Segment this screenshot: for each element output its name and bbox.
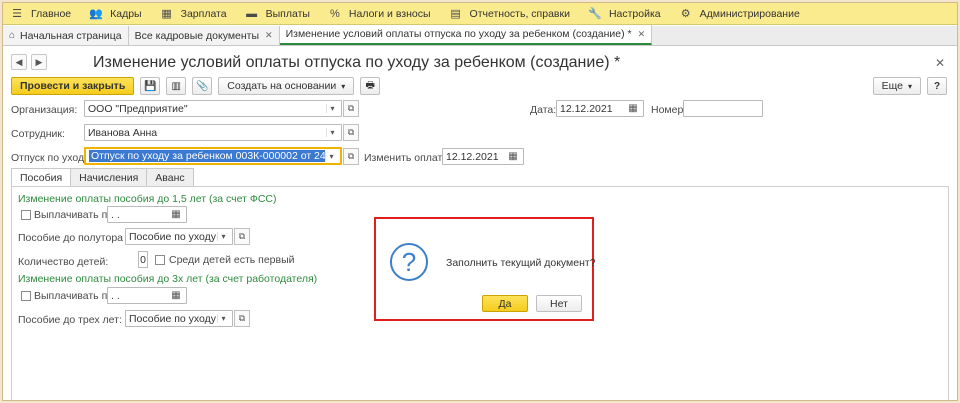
close-icon[interactable]: ✕ bbox=[638, 29, 646, 40]
app-window: ☰ Главное 👥 Кадры ▦ Зарплата ▬ Выплаты % Нало… bbox=[2, 2, 958, 401]
menu-item-settings[interactable]: 🔧 Настройка bbox=[581, 3, 672, 25]
pay-until-2-field[interactable]: . . ▦ bbox=[107, 287, 187, 304]
history-nav: ◀ ▶ bbox=[11, 54, 47, 70]
back-arrow-icon[interactable]: ◀ bbox=[11, 54, 27, 70]
menu-item-admin[interactable]: ⚙ Администрирование bbox=[672, 3, 811, 25]
open-benefit-15-icon[interactable]: ⧉ bbox=[234, 228, 250, 245]
calculator-icon: ▦ bbox=[161, 8, 172, 20]
home-icon: ⌂ bbox=[9, 30, 16, 41]
benefit-3-label: Пособие до трех лет: bbox=[18, 314, 122, 326]
wallet-icon: ▬ bbox=[246, 7, 258, 20]
employee-field[interactable]: Иванова Анна ▾ bbox=[84, 124, 342, 141]
leave-label: Отпуск по уходу: bbox=[11, 152, 93, 164]
page-title: Изменение условий оплаты отпуска по уход… bbox=[93, 54, 621, 71]
forward-arrow-icon[interactable]: ▶ bbox=[31, 54, 47, 70]
chevron-down-icon[interactable]: ▾ bbox=[326, 128, 338, 137]
pay-until-2-label: Выплачивать по bbox=[34, 290, 114, 302]
wrench-icon: 🔧 bbox=[588, 8, 602, 20]
children-count[interactable]: 0 bbox=[138, 251, 148, 268]
tab-advance[interactable]: Аванс bbox=[146, 168, 194, 186]
menu-item-payments[interactable]: ▬ Выплаты bbox=[238, 3, 321, 25]
attachment-icon[interactable]: 📎 bbox=[192, 77, 213, 95]
more-button[interactable]: Еще ▾ bbox=[872, 77, 921, 95]
save-icon[interactable]: 💾 bbox=[140, 77, 161, 95]
menu-icon: ☰ bbox=[12, 8, 22, 20]
number-field[interactable] bbox=[683, 100, 763, 117]
section-3-title: Изменение оплаты пособия до 3х лет (за с… bbox=[18, 273, 318, 285]
open-org-icon[interactable]: ⧉ bbox=[343, 100, 359, 117]
number-label: Номер: bbox=[651, 104, 687, 116]
tab-accruals[interactable]: Начисления bbox=[70, 168, 148, 186]
right-tools: Еще ▾ ? bbox=[872, 77, 947, 95]
benefit-15-field[interactable]: Пособие по уходу за ребенком ▾ bbox=[125, 228, 233, 245]
section-menu: ☰ Главное 👥 Кадры ▦ Зарплата ▬ Выплаты % Нало… bbox=[3, 3, 957, 25]
chevron-down-icon: ▾ bbox=[907, 81, 912, 91]
first-child-checkbox[interactable] bbox=[155, 255, 165, 265]
gear-icon: ⚙ bbox=[680, 8, 691, 20]
chevron-down-icon: ▾ bbox=[341, 81, 346, 91]
pay-until-2-checkbox[interactable] bbox=[21, 291, 31, 301]
benefit-3-field[interactable]: Пособие по уходу за ребенком ▾ bbox=[125, 310, 233, 327]
menu-item-taxes[interactable]: % Налоги и взносы bbox=[321, 3, 442, 25]
calendar-icon[interactable]: ▦ bbox=[626, 103, 640, 114]
leave-value: Отпуск по уходу за ребенком 003К-000002 … bbox=[89, 150, 325, 162]
children-label: Количество детей: bbox=[18, 256, 109, 268]
menu-item-salary[interactable]: ▦ Зарплата bbox=[153, 3, 238, 25]
pay-until-1-field[interactable]: . . ▦ bbox=[107, 206, 187, 223]
document-icon[interactable]: ▥ bbox=[166, 77, 187, 95]
close-icon[interactable]: ✕ bbox=[265, 30, 273, 41]
menu-item-hr[interactable]: 👥 Кадры bbox=[82, 3, 152, 25]
question-icon: ? bbox=[390, 243, 428, 281]
dialog-buttons: Да Нет bbox=[482, 295, 582, 312]
org-field[interactable]: ООО "Предприятие" ▾ bbox=[84, 100, 342, 117]
first-child-label: Среди детей есть первый bbox=[169, 254, 295, 266]
change-from-field[interactable]: 12.12.2021 ▦ bbox=[442, 148, 524, 165]
confirm-dialog: ? Заполнить текущий документ? Да Нет bbox=[374, 217, 596, 321]
pay-until-1-label: Выплачивать по bbox=[34, 209, 114, 221]
menu-item-reports[interactable]: ▤ Отчетность, справки bbox=[442, 3, 581, 25]
form-page-tabs: Пособия Начисления Аванс bbox=[11, 168, 194, 187]
menu-item-main[interactable]: ☰ Главное bbox=[3, 3, 82, 25]
chevron-down-icon[interactable]: ▾ bbox=[325, 151, 337, 161]
calendar-icon[interactable]: ▦ bbox=[169, 209, 183, 220]
report-icon: ▤ bbox=[450, 8, 461, 20]
close-form-icon[interactable]: ✕ bbox=[935, 56, 945, 70]
open-leave-icon[interactable]: ⧉ bbox=[343, 148, 359, 165]
calendar-icon[interactable]: ▦ bbox=[506, 151, 520, 162]
yes-button[interactable]: Да bbox=[482, 295, 528, 312]
calendar-icon[interactable]: ▦ bbox=[169, 290, 183, 301]
org-label: Организация: bbox=[11, 104, 78, 116]
print-icon[interactable]: 🖶 bbox=[360, 77, 381, 95]
pay-until-1-checkbox[interactable] bbox=[21, 210, 31, 220]
tab-current-document[interactable]: Изменение условий оплаты отпуска по уход… bbox=[279, 25, 653, 45]
help-button[interactable]: ? bbox=[927, 77, 947, 95]
people-icon: 👥 bbox=[89, 8, 103, 20]
open-employee-icon[interactable]: ⧉ bbox=[343, 124, 359, 141]
post-and-close-button[interactable]: Провести и закрыть bbox=[11, 77, 135, 95]
date-label: Дата: bbox=[530, 104, 557, 116]
date-field[interactable]: 12.12.2021 ▦ bbox=[556, 100, 644, 117]
form-toolbar: Провести и закрыть 💾 ▥ 📎 Создать на осно… bbox=[11, 77, 381, 95]
open-benefit-3-icon[interactable]: ⧉ bbox=[234, 310, 250, 327]
chevron-down-icon[interactable]: ▾ bbox=[217, 314, 229, 323]
create-based-on-button[interactable]: Создать на основании ▾ bbox=[218, 77, 355, 95]
tab-benefits[interactable]: Пособия bbox=[11, 168, 72, 187]
percent-icon: % bbox=[330, 7, 340, 20]
tab-home[interactable]: ⌂ Начальная страница bbox=[3, 26, 129, 45]
chevron-down-icon[interactable]: ▾ bbox=[326, 104, 338, 113]
dialog-question: Заполнить текущий документ? bbox=[446, 257, 596, 269]
window-tabs: ⌂ Начальная страница Все кадровые докумен… bbox=[3, 25, 957, 46]
no-button[interactable]: Нет bbox=[536, 295, 582, 312]
section-1-5-title: Изменение оплаты пособия до 1,5 лет (за … bbox=[18, 193, 277, 205]
employee-label: Сотрудник: bbox=[11, 128, 65, 140]
chevron-down-icon[interactable]: ▾ bbox=[217, 232, 229, 241]
tab-hr-documents[interactable]: Все кадровые документы ✕ bbox=[128, 26, 280, 45]
leave-field[interactable]: Отпуск по уходу за ребенком 003К-000002 … bbox=[84, 147, 342, 165]
